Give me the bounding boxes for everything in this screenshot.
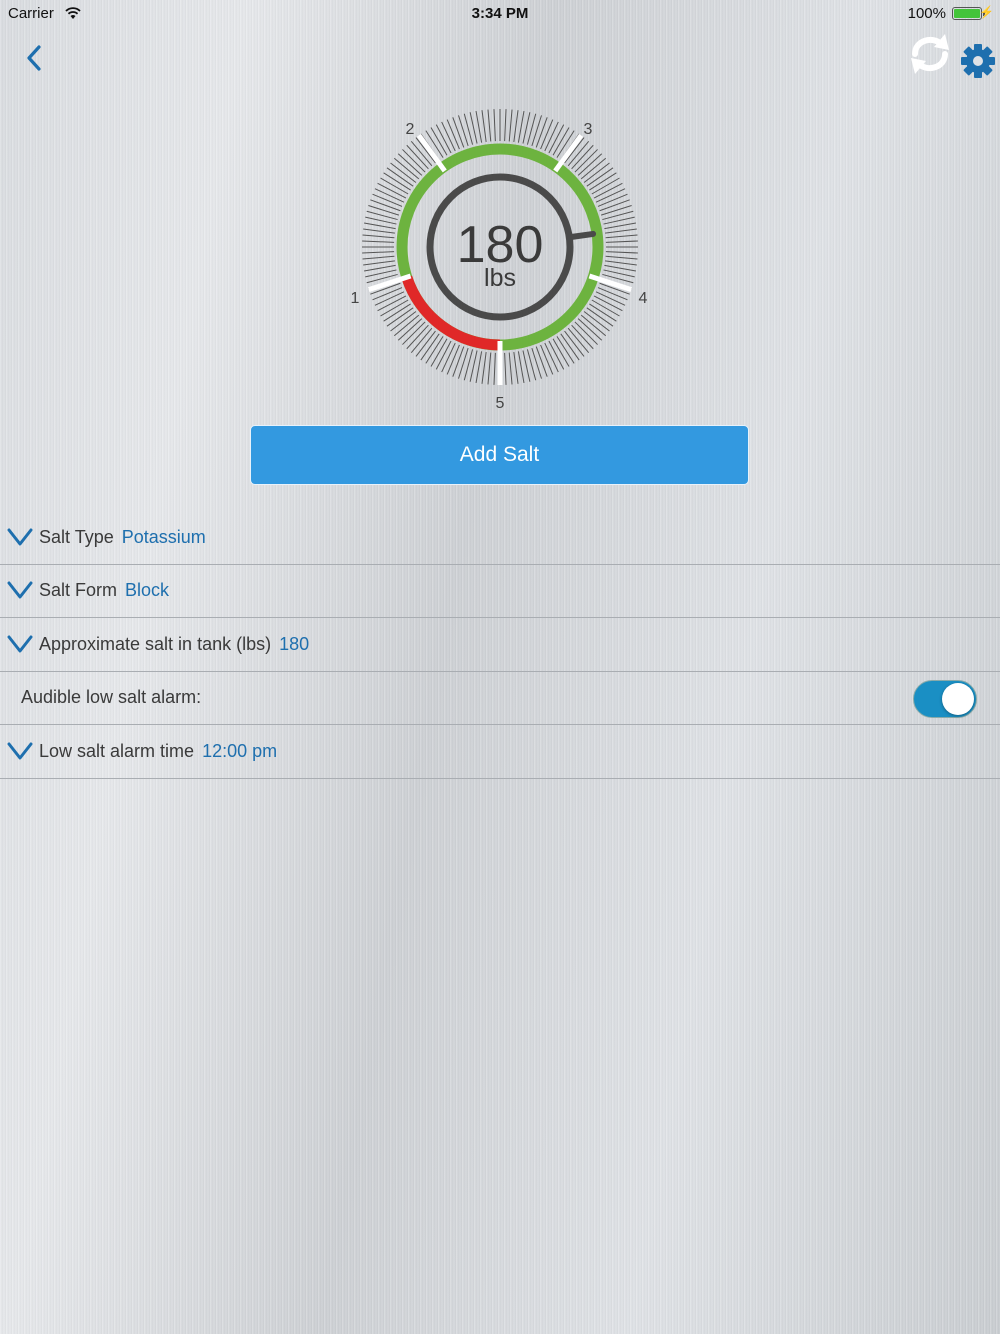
gauge-minor-tick — [493, 109, 496, 142]
chevron-down-icon — [7, 528, 33, 546]
gauge-minor-tick — [604, 222, 636, 230]
salt-form-label: Salt Form Block — [39, 580, 170, 600]
gauge-minor-tick — [364, 222, 396, 230]
gauge-minor-tick — [363, 260, 395, 266]
gauge-minor-tick — [605, 240, 638, 243]
settings-button[interactable] — [959, 42, 997, 80]
back-button[interactable] — [20, 40, 50, 76]
add-salt-button[interactable]: Add Salt — [250, 425, 749, 485]
gauge-minor-tick — [362, 240, 395, 243]
gauge-unit: lbs — [484, 264, 516, 292]
gauge-minor-tick — [605, 255, 638, 260]
gauge-minor-tick — [597, 193, 628, 207]
gauge-minor-tick — [487, 109, 492, 142]
salt-type-value: Potassium — [121, 527, 206, 547]
gauge-minor-tick — [441, 121, 456, 152]
audible-alarm-row: Audible low salt alarm: — [0, 672, 1000, 725]
chevron-down-icon — [7, 742, 33, 760]
toggle-knob — [942, 683, 974, 715]
gauge-tick-label: 2 — [406, 121, 415, 138]
audible-alarm-label: Audible low salt alarm: — [21, 687, 202, 707]
gauge-minor-tick — [605, 228, 637, 234]
gauge-minor-tick — [531, 347, 542, 379]
gauge-minor-tick — [504, 109, 507, 142]
gauge-minor-tick — [374, 291, 405, 306]
gauge-minor-tick — [540, 344, 554, 375]
chevron-down-icon — [7, 581, 33, 599]
gauge-minor-tick — [452, 346, 465, 377]
chevron-down-icon — [7, 635, 33, 653]
gauge-minor-tick — [475, 111, 483, 143]
gauge-minor-tick — [368, 205, 400, 216]
gauge-minor-tick — [544, 121, 559, 152]
refresh-icon — [911, 34, 949, 74]
alarm-time-value: 12:00 pm — [202, 741, 278, 761]
gauge-minor-tick — [544, 342, 559, 373]
status-time: 3:34 PM — [471, 5, 529, 22]
salt-amount-value: 180 — [279, 634, 310, 654]
gauge-minor-tick — [599, 199, 630, 212]
gauge-minor-tick — [362, 255, 395, 260]
gauge-minor-tick — [364, 264, 396, 272]
gauge-minor-tick — [517, 351, 525, 383]
gauge-minor-tick — [372, 193, 403, 207]
alarm-time-label: Low salt alarm time 12:00 pm — [39, 741, 278, 761]
gauge-minor-tick — [605, 234, 638, 239]
audible-alarm-toggle[interactable] — [913, 680, 977, 718]
gauge-minor-tick — [452, 117, 465, 148]
salt-type-label: Salt Type Potassium — [39, 527, 206, 547]
gauge-tick-label: 4 — [639, 290, 648, 307]
salt-amount-label: Approximate salt in tank (lbs) 180 — [39, 634, 310, 654]
gauge-minor-tick — [458, 115, 469, 147]
gauge-minor-tick — [363, 228, 395, 234]
gauge-minor-tick — [595, 291, 626, 306]
gauge-minor-tick — [374, 188, 405, 203]
refresh-button[interactable] — [905, 28, 955, 78]
gauge-minor-tick — [458, 347, 469, 379]
gauge-minor-tick — [535, 117, 548, 148]
gauge-minor-tick — [605, 251, 638, 254]
gauge-minor-tick — [493, 352, 496, 385]
battery-icon — [952, 7, 985, 20]
add-salt-label: Add Salt — [459, 443, 540, 466]
gauge-tick-label: 3 — [584, 121, 593, 138]
alarm-time-row[interactable]: Low salt alarm time 12:00 pm — [0, 726, 1000, 779]
gauge-minor-tick — [508, 109, 513, 142]
gauge-minor-tick — [446, 119, 460, 150]
battery-percentage: 100% — [907, 5, 946, 22]
gauge-minor-tick — [481, 110, 487, 142]
gear-icon — [961, 44, 995, 78]
charging-icon: ⚡ — [979, 5, 994, 19]
gauge-minor-tick — [517, 111, 525, 143]
gauge-minor-tick — [508, 352, 513, 385]
gauge-minor-tick — [605, 260, 637, 266]
gauge-minor-tick — [441, 342, 456, 373]
salt-level-gauge: 180 lbs 1 2 3 4 5 — [351, 109, 648, 412]
gauge-tick-label: 1 — [351, 290, 360, 307]
status-bar: Carrier 3:34 PM 100% ⚡ — [0, 0, 1000, 28]
salt-type-row[interactable]: Salt Type Potassium — [0, 512, 1000, 565]
gauge-minor-tick — [370, 199, 401, 212]
gauge-minor-tick — [446, 344, 460, 375]
gauge-minor-tick — [604, 264, 636, 272]
gauge-minor-tick — [600, 205, 632, 216]
gauge-minor-tick — [362, 234, 395, 239]
gauge-minor-tick — [513, 352, 519, 384]
gauge-minor-tick — [487, 352, 492, 385]
gauge-needle — [566, 230, 597, 241]
gauge-minor-tick — [540, 119, 554, 150]
gauge-minor-tick — [481, 352, 487, 384]
gauge-minor-tick — [513, 110, 519, 142]
salt-form-value: Block — [125, 580, 170, 600]
salt-form-row[interactable]: Salt Form Block — [0, 565, 1000, 618]
gauge-minor-tick — [475, 351, 483, 383]
gauge-minor-tick — [362, 251, 395, 254]
gauge-minor-tick — [531, 115, 542, 147]
gauge-minor-tick — [535, 346, 548, 377]
gauge-minor-tick — [504, 352, 507, 385]
salt-amount-row[interactable]: Approximate salt in tank (lbs) 180 — [0, 619, 1000, 672]
gauge-tick-label: 5 — [496, 395, 505, 412]
gauge-minor-tick — [595, 188, 626, 203]
